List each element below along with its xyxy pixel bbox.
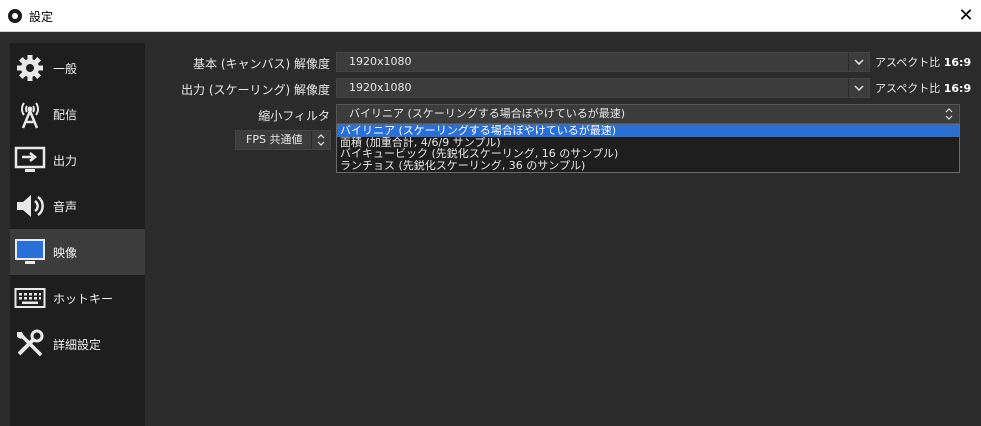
sidebar-item-label: ホットキー xyxy=(53,292,114,306)
sidebar-item-label: 配信 xyxy=(53,108,78,122)
title-bar: 設定 ✕ xyxy=(0,0,981,32)
sidebar-item-label: 音声 xyxy=(53,200,78,214)
sidebar-item-advanced[interactable]: 詳細設定 xyxy=(10,321,145,367)
sidebar-item-general[interactable]: 一般 xyxy=(10,45,145,91)
aspect-value: 16:9 xyxy=(943,56,972,69)
fps-type-combo[interactable]: FPS 共通値 xyxy=(235,130,331,150)
output-monitor-icon xyxy=(14,145,46,175)
sidebar-item-video[interactable]: 映像 xyxy=(10,229,145,275)
keyboard-icon xyxy=(14,283,46,313)
output-resolution-value: 1920x1080 xyxy=(349,81,412,94)
downscale-filter-dropdown: バイリニア (スケーリングする場合ぼやけているが最速) 面積 (加重合計, 4/… xyxy=(336,124,960,173)
downscale-filter-value: バイリニア (スケーリングする場合ぼやけているが最速) xyxy=(349,107,626,120)
output-aspect-ratio: アスペクト比 16:9 xyxy=(875,80,971,96)
window-title: 設定 xyxy=(29,10,54,24)
sidebar-item-label: 詳細設定 xyxy=(53,338,102,352)
base-resolution-label: 基本 (キャンバス) 解像度 xyxy=(193,57,330,71)
chevron-down-icon[interactable] xyxy=(848,79,869,97)
sidebar-item-label: 一般 xyxy=(53,62,78,76)
base-resolution-combo[interactable]: 1920x1080 xyxy=(336,52,870,72)
speaker-icon xyxy=(14,191,46,221)
gear-icon xyxy=(14,53,46,83)
sidebar-item-output[interactable]: 出力 xyxy=(10,137,145,183)
monitor-icon xyxy=(14,237,46,267)
output-resolution-combo[interactable]: 1920x1080 xyxy=(336,78,870,98)
fps-type-value: FPS 共通値 xyxy=(246,133,303,146)
dropdown-option-bicubic[interactable]: バイキュービック (先鋭化スケーリング, 16 のサンプル) xyxy=(337,148,959,160)
updown-arrows-icon[interactable] xyxy=(311,131,330,149)
output-resolution-label: 出力 (スケーリング) 解像度 xyxy=(181,83,330,97)
sidebar-item-label: 映像 xyxy=(53,246,78,260)
sidebar-item-stream[interactable]: 配信 xyxy=(10,91,145,137)
downscale-filter-combo[interactable]: バイリニア (スケーリングする場合ぼやけているが最速) xyxy=(336,104,960,124)
dropdown-option-bilinear[interactable]: バイリニア (スケーリングする場合ぼやけているが最速) xyxy=(337,125,959,137)
updown-arrows-icon[interactable] xyxy=(939,105,959,123)
dropdown-option-lanczos[interactable]: ランチョス (先鋭化スケーリング, 36 のサンプル) xyxy=(337,160,959,172)
sidebar-item-label: 出力 xyxy=(53,154,78,168)
broadcast-antenna-icon xyxy=(14,99,46,129)
sidebar-item-audio[interactable]: 音声 xyxy=(10,183,145,229)
base-resolution-value: 1920x1080 xyxy=(349,55,412,68)
chevron-down-icon[interactable] xyxy=(848,53,869,71)
aspect-value: 16:9 xyxy=(943,82,972,95)
obs-logo-icon xyxy=(8,9,22,23)
dropdown-option-area[interactable]: 面積 (加重合計, 4/6/9 サンプル) xyxy=(337,137,959,149)
base-aspect-ratio: アスペクト比 16:9 xyxy=(875,54,971,70)
aspect-label: アスペクト比 xyxy=(875,82,941,95)
sidebar-item-hotkeys[interactable]: ホットキー xyxy=(10,275,145,321)
settings-sidebar: 一般 配信 出力 音声 映像 ホットキー 詳細設定 xyxy=(10,43,145,426)
downscale-filter-label: 縮小フィルタ xyxy=(258,109,330,123)
close-button[interactable]: ✕ xyxy=(951,0,981,32)
aspect-label: アスペクト比 xyxy=(875,56,941,69)
tools-icon xyxy=(14,329,46,359)
